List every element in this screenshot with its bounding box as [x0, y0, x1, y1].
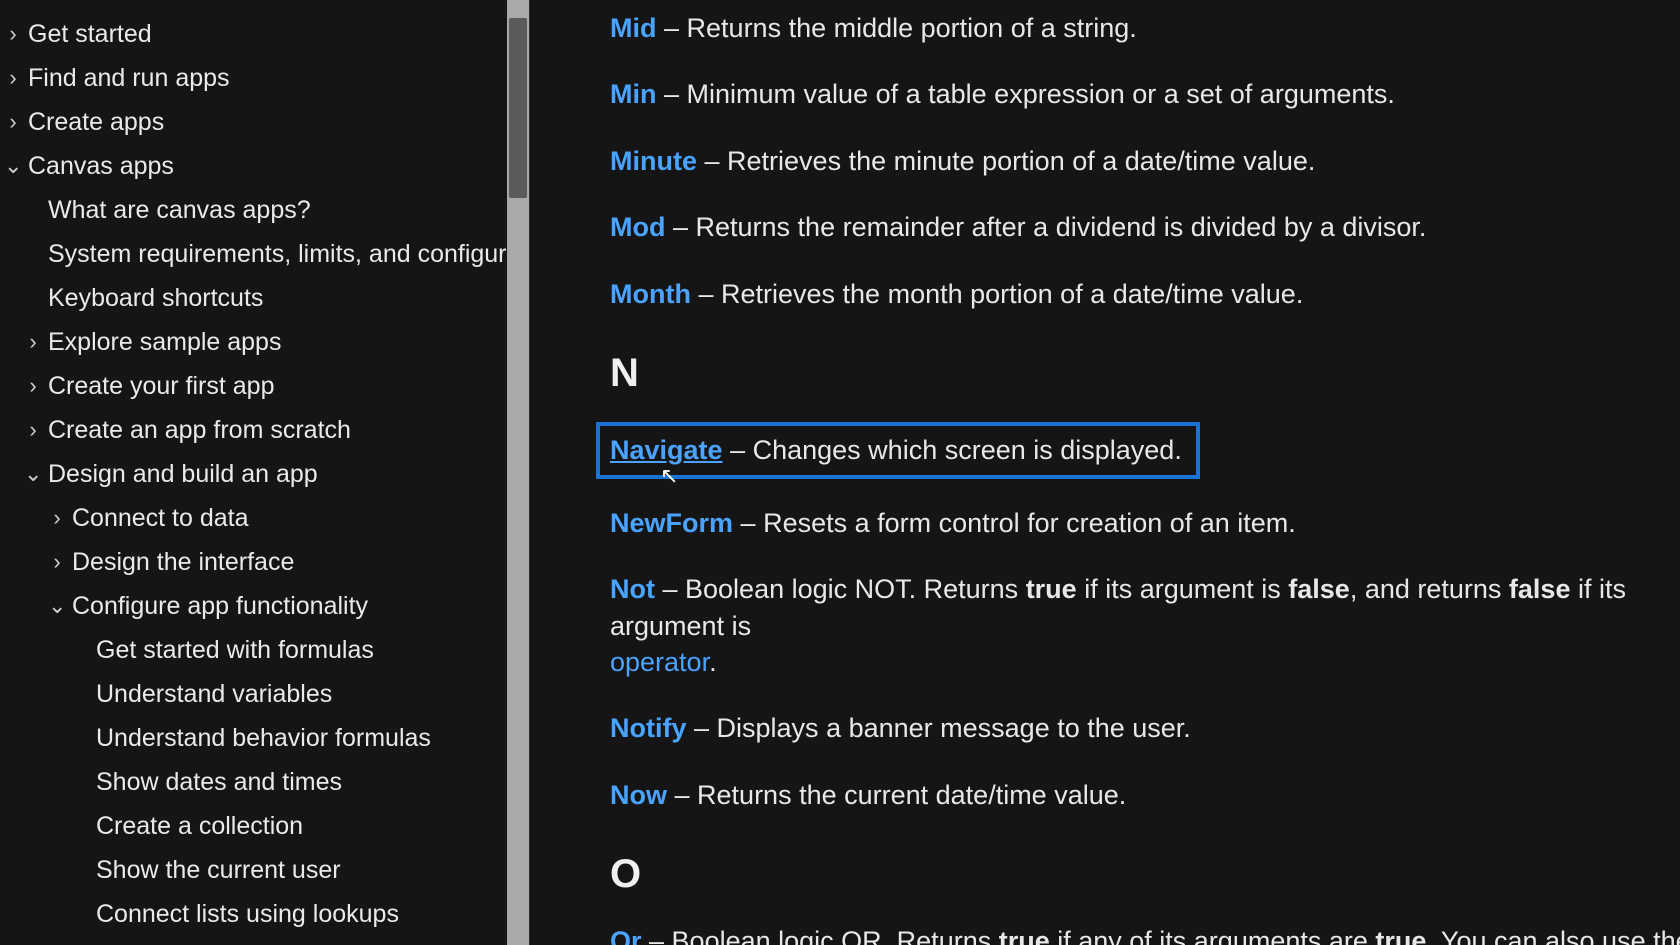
sidebar-item-label: Create a collection	[96, 812, 303, 841]
fn-link-not[interactable]: Not	[610, 574, 655, 604]
fn-or: Or – Boolean logic OR. Returns true if a…	[610, 923, 1680, 945]
fn-link-mid[interactable]: Mid	[610, 13, 657, 43]
fn-min: Min – Minimum value of a table expressio…	[610, 76, 1680, 112]
sidebar-item-label: Understand behavior formulas	[96, 724, 431, 753]
sidebar-item-label: Show dates and times	[96, 768, 342, 797]
sidebar-item[interactable]: ›Understand variables	[0, 672, 507, 716]
sidebar-item-label: Find and run apps	[28, 64, 230, 93]
fn-link-minute[interactable]: Minute	[610, 146, 697, 176]
chevron-right-icon: ›	[4, 67, 22, 89]
chevron-right-icon: ›	[24, 419, 42, 441]
sidebar-item-label: Explore sample apps	[48, 328, 281, 357]
sidebar-item[interactable]: ›What are canvas apps?	[0, 188, 507, 232]
sidebar-item[interactable]: ⌄ Configure app functionality	[0, 584, 507, 628]
fn-link-newform[interactable]: NewForm	[610, 508, 733, 538]
main-content: Mid – Returns the middle portion of a st…	[530, 0, 1680, 945]
fn-link-min[interactable]: Min	[610, 79, 657, 109]
sidebar-item-label: System requirements, limits, and configu…	[48, 240, 507, 269]
sidebar: › Get started › Find and run apps › Create ap…	[0, 0, 530, 945]
sidebar-item[interactable]: › Create apps	[0, 100, 507, 144]
chevron-right-icon: ›	[24, 331, 42, 353]
sidebar-item[interactable]: ›Show dates and times	[0, 760, 507, 804]
fn-mod: Mod – Returns the remainder after a divi…	[610, 209, 1680, 245]
app-root: › Get started › Find and run apps › Create ap…	[0, 0, 1680, 945]
fn-desc: – Retrieves the minute portion of a date…	[705, 146, 1316, 176]
sidebar-item[interactable]: › Create your first app	[0, 364, 507, 408]
sidebar-item[interactable]: › Find and run apps	[0, 56, 507, 100]
sidebar-nav: › Get started › Find and run apps › Create ap…	[0, 0, 507, 945]
fn-minute: Minute – Retrieves the minute portion of…	[610, 143, 1680, 179]
chevron-down-icon: ⌄	[24, 463, 42, 485]
sidebar-item-label: Create an app from scratch	[48, 416, 351, 445]
sidebar-item-label: Understand variables	[96, 680, 332, 709]
sidebar-item[interactable]: › Get started	[0, 12, 507, 56]
chevron-right-icon: ›	[48, 507, 66, 529]
fn-desc: – Resets a form control for creation of …	[741, 508, 1296, 538]
fn-link-now[interactable]: Now	[610, 780, 667, 810]
fn-desc: – Returns the remainder after a dividend…	[673, 212, 1426, 242]
sidebar-item-label: Keyboard shortcuts	[48, 284, 263, 313]
sidebar-item[interactable]: › Explore sample apps	[0, 320, 507, 364]
fn-navigate-highlight: Navigate – Changes which screen is displ…	[596, 422, 1200, 478]
section-heading-o: O	[610, 847, 1680, 901]
sidebar-item[interactable]: ⌄ Design and build an app	[0, 452, 507, 496]
sidebar-scrollbar[interactable]	[507, 0, 529, 945]
sidebar-item-label: Connect to data	[72, 504, 249, 533]
sidebar-item[interactable]: ›Show the current user	[0, 848, 507, 892]
fn-desc: – Changes which screen is displayed.	[730, 435, 1182, 465]
sidebar-item-label: Get started	[28, 20, 152, 49]
sidebar-item-label: Create your first app	[48, 372, 275, 401]
sidebar-item-label: Get started with formulas	[96, 636, 374, 665]
fn-desc: – Returns the middle portion of a string…	[664, 13, 1137, 43]
fn-link-notify[interactable]: Notify	[610, 713, 687, 743]
sidebar-item[interactable]: › Design the interface	[0, 540, 507, 584]
fn-desc: – Displays a banner message to the user.	[694, 713, 1191, 743]
sidebar-item-label: Connect lists using lookups	[96, 900, 399, 929]
sidebar-scrollbar-thumb[interactable]	[509, 18, 527, 198]
sidebar-item-label: Configure app functionality	[72, 592, 368, 621]
fn-now: Now – Returns the current date/time valu…	[610, 777, 1680, 813]
fn-month: Month – Retrieves the month portion of a…	[610, 276, 1680, 312]
fn-link-navigate[interactable]: Navigate	[610, 435, 723, 465]
sidebar-item[interactable]: ›Create a collection	[0, 804, 507, 848]
chevron-right-icon: ›	[4, 23, 22, 45]
chevron-right-icon: ›	[48, 551, 66, 573]
sidebar-item[interactable]: ›Connect lists using lookups	[0, 892, 507, 936]
fn-link-or[interactable]: Or	[610, 926, 642, 945]
fn-newform: NewForm – Resets a form control for crea…	[610, 505, 1680, 541]
sidebar-item[interactable]: ›Get started with formulas	[0, 628, 507, 672]
fn-not: Not – Boolean logic NOT. Returns true if…	[610, 571, 1680, 680]
chevron-down-icon: ⌄	[4, 155, 22, 177]
fn-desc: – Retrieves the month portion of a date/…	[698, 279, 1303, 309]
sidebar-item[interactable]: › Connect to data	[0, 496, 507, 540]
fn-notify: Notify – Displays a banner message to th…	[610, 710, 1680, 746]
chevron-right-icon: ›	[24, 375, 42, 397]
sidebar-item-label: Show the current user	[96, 856, 341, 885]
sidebar-item-label: Canvas apps	[28, 152, 174, 181]
fn-link-mod[interactable]: Mod	[610, 212, 665, 242]
fn-desc: – Minimum value of a table expression or…	[664, 79, 1395, 109]
sidebar-item-label: Create apps	[28, 108, 164, 137]
section-heading-n: N	[610, 346, 1680, 400]
sidebar-item[interactable]: ›Understand behavior formulas	[0, 716, 507, 760]
fn-link-month[interactable]: Month	[610, 279, 691, 309]
sidebar-item[interactable]: › Create an app from scratch	[0, 408, 507, 452]
sidebar-item[interactable]: ›Keyboard shortcuts	[0, 276, 507, 320]
sidebar-item[interactable]: ›System requirements, limits, and config…	[0, 232, 507, 276]
chevron-right-icon: ›	[4, 111, 22, 133]
operator-link[interactable]: operator	[610, 647, 709, 677]
sidebar-item-label: What are canvas apps?	[48, 196, 311, 225]
sidebar-item-label: Design the interface	[72, 548, 294, 577]
fn-mid: Mid – Returns the middle portion of a st…	[610, 10, 1680, 46]
chevron-down-icon: ⌄	[48, 595, 66, 617]
fn-desc: – Returns the current date/time value.	[675, 780, 1127, 810]
mouse-cursor-icon: ↖	[660, 461, 678, 491]
sidebar-item-label: Design and build an app	[48, 460, 318, 489]
sidebar-item[interactable]: ⌄ Canvas apps	[0, 144, 507, 188]
